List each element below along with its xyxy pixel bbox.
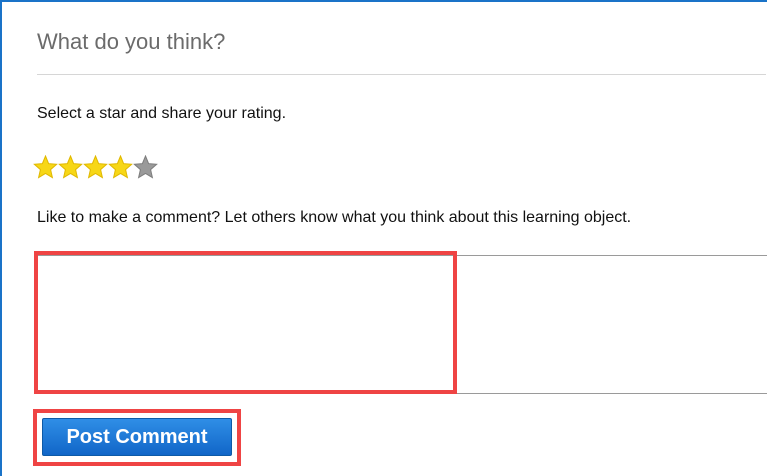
star-filled-icon[interactable] xyxy=(58,155,83,179)
star-filled-icon[interactable] xyxy=(83,155,108,179)
comment-prompt: Like to make a comment? Let others know … xyxy=(37,209,632,226)
star-empty-icon[interactable] xyxy=(133,155,158,179)
star-rating[interactable] xyxy=(33,155,158,179)
heading-divider xyxy=(37,74,766,75)
rating-prompt: Select a star and share your rating. xyxy=(37,105,287,122)
comment-field-container xyxy=(36,255,767,394)
panel-heading: What do you think? xyxy=(37,29,226,54)
comment-textarea[interactable] xyxy=(36,256,767,393)
feedback-panel xyxy=(0,0,767,476)
post-comment-button[interactable]: Post Comment xyxy=(42,418,232,456)
star-filled-icon[interactable] xyxy=(33,155,58,179)
star-filled-icon[interactable] xyxy=(108,155,133,179)
